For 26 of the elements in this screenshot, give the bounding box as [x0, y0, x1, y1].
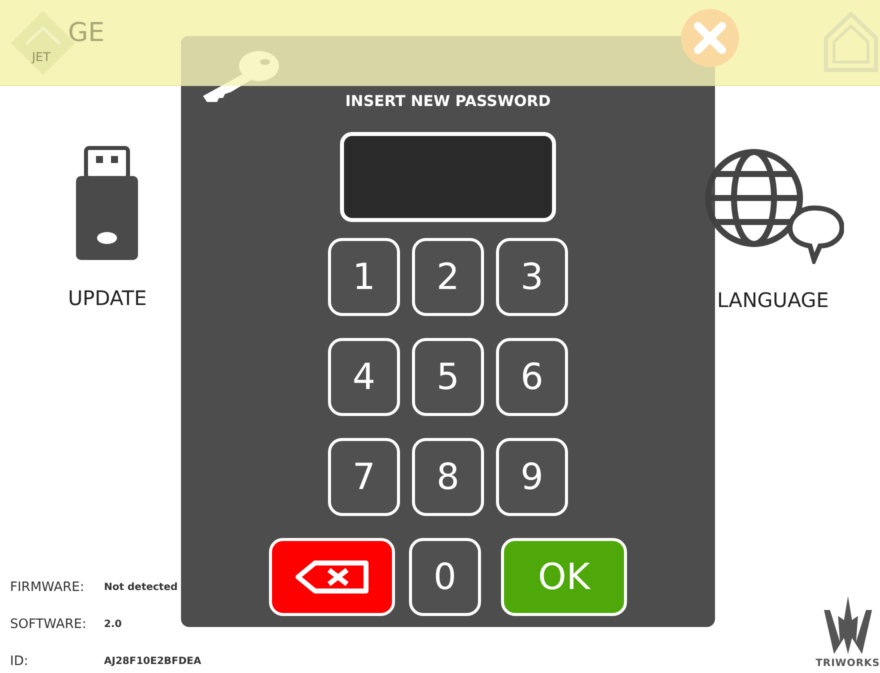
digit-key[interactable]: 4 — [328, 338, 400, 416]
tile-label[interactable]: UPDATE — [68, 286, 147, 310]
digit-key[interactable]: 8 — [412, 438, 484, 516]
info-value: Not detected — [104, 582, 178, 593]
digit-key[interactable]: 1 — [328, 238, 400, 316]
digit-key[interactable]: 6 — [496, 338, 568, 416]
dialog-title: INSERT NEW PASSWORD — [345, 92, 551, 110]
info-value: 2.0 — [104, 619, 122, 630]
digit-key[interactable]: 7 — [328, 438, 400, 516]
digit-key[interactable]: 2 — [412, 238, 484, 316]
tile-label[interactable]: LANGUAGE — [717, 288, 829, 312]
brand-logo-icon — [822, 596, 874, 654]
backspace-button[interactable] — [269, 538, 395, 616]
info-label: ID: — [10, 654, 30, 669]
digit-key[interactable]: 3 — [496, 238, 568, 316]
info-value: AJ28F10E2BFDEA — [104, 656, 202, 667]
usb-drive-icon[interactable] — [74, 146, 140, 262]
backspace-icon — [295, 560, 369, 594]
brand-name: TRIWORKS — [816, 658, 880, 669]
info-label: SOFTWARE: — [10, 617, 88, 632]
logo-text: GE — [68, 18, 105, 48]
digit-key[interactable]: 9 — [496, 438, 568, 516]
digit-key[interactable]: 0 — [409, 538, 481, 616]
info-label: FIRMWARE: — [10, 580, 86, 595]
logo-subtext: JET — [32, 50, 50, 64]
digit-key[interactable]: 5 — [412, 338, 484, 416]
